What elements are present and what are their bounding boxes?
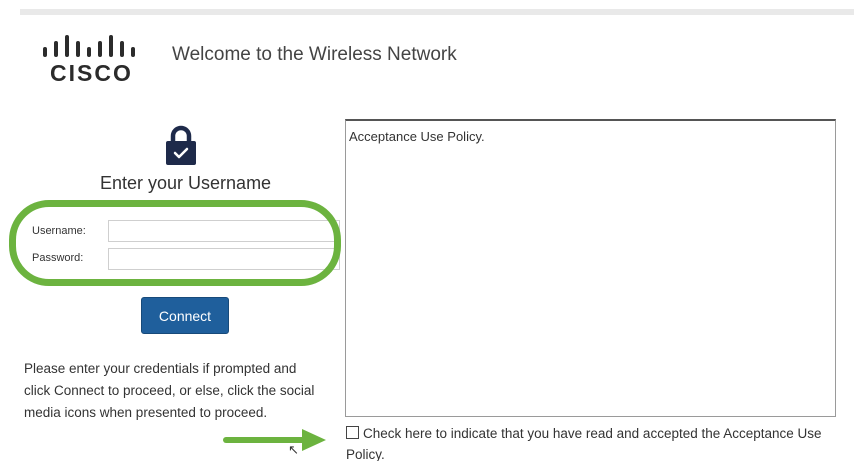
cisco-logo-wordmark: CISCO — [50, 60, 133, 86]
lock-icon — [164, 124, 198, 166]
top-bar — [20, 9, 854, 15]
login-heading: Enter your Username — [100, 173, 272, 193]
accept-policy-label: Check here to indicate that you have rea… — [346, 426, 822, 461]
page-title: Welcome to the Wireless Network — [172, 44, 457, 65]
password-label: Password: — [32, 252, 84, 264]
password-input[interactable] — [108, 248, 340, 270]
login-instructions: Please enter your credentials if prompte… — [24, 361, 315, 420]
connect-button[interactable]: Connect — [141, 297, 229, 334]
arrow-right-icon — [222, 426, 332, 452]
highlight-annotation-oval — [9, 200, 341, 286]
mouse-cursor-icon: ↖ — [288, 442, 299, 457]
accept-policy-checkbox[interactable] — [346, 426, 359, 439]
policy-text: Acceptance Use Policy. — [349, 129, 485, 144]
acceptance-policy-textarea[interactable]: Acceptance Use Policy. — [345, 119, 836, 417]
username-input[interactable] — [108, 220, 340, 242]
captive-portal-page: CISCO Welcome to the Wireless Network En… — [0, 0, 854, 461]
username-label: Username: — [32, 225, 86, 237]
accept-policy-row[interactable]: Check here to indicate that you have rea… — [346, 423, 826, 461]
